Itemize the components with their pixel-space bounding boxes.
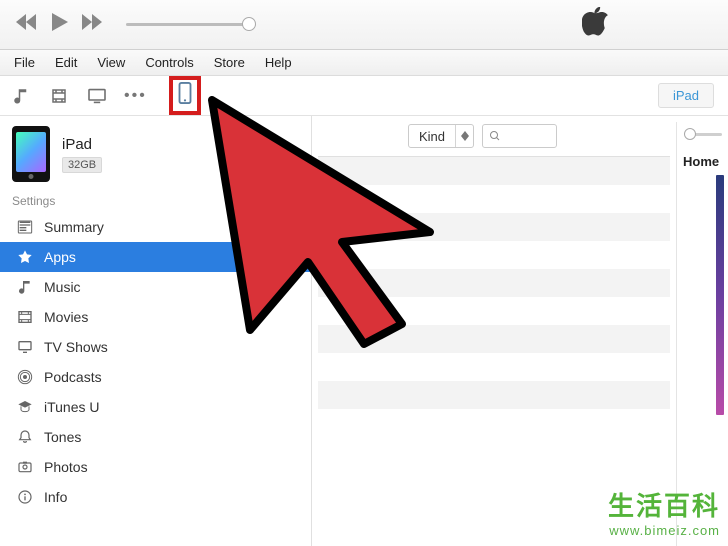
home-screen-thumbnail[interactable] <box>716 175 724 415</box>
home-screens-panel: Home <box>676 122 728 546</box>
next-button[interactable] <box>82 14 104 35</box>
list-row[interactable] <box>318 269 670 297</box>
apple-logo-icon <box>582 7 608 42</box>
sidebar-item-label: Summary <box>44 219 104 235</box>
sidebar-section-label: Settings <box>0 186 311 212</box>
sidebar-item-label: Podcasts <box>44 369 102 385</box>
prev-button[interactable] <box>16 14 38 35</box>
sidebar-item-label: Apps <box>44 249 76 265</box>
title-bar <box>0 0 728 50</box>
menu-view[interactable]: View <box>87 52 135 73</box>
watermark: 生活百科 www.bimeiz.com <box>608 486 720 538</box>
list-row[interactable] <box>318 325 670 353</box>
sidebar-item-label: iTunes U <box>44 399 100 415</box>
device-used-pct: 52% <box>241 146 299 162</box>
playback-controls <box>16 13 104 36</box>
info-icon <box>16 488 34 506</box>
photos-icon <box>16 458 34 476</box>
device-summary: iPad 32GB 52% <box>0 116 311 186</box>
more-tabs-icon[interactable]: ••• <box>124 87 147 105</box>
podcasts-icon <box>16 368 34 386</box>
summary-icon <box>16 218 34 236</box>
sidebar-item-summary[interactable]: Summary <box>0 212 311 242</box>
sidebar-item-movies[interactable]: Movies <box>0 302 311 332</box>
menu-help[interactable]: Help <box>255 52 302 73</box>
menu-controls[interactable]: Controls <box>135 52 203 73</box>
search-field[interactable] <box>482 124 557 148</box>
device-thumbnail-icon <box>12 126 50 182</box>
music-tab-icon[interactable] <box>10 85 32 107</box>
sidebar-item-tvshows[interactable]: TV Shows <box>0 332 311 362</box>
sidebar-item-label: Music <box>44 279 81 295</box>
list-row[interactable] <box>318 213 670 241</box>
search-input[interactable] <box>505 129 550 144</box>
sidebar-item-label: Tones <box>44 429 81 445</box>
sort-select-label: Kind <box>409 129 455 144</box>
sidebar-item-label: Photos <box>44 459 88 475</box>
ipad-device-button[interactable]: iPad <box>658 83 714 108</box>
sidebar-nav: Summary Apps Music Movies TV Shows Podca… <box>0 212 311 512</box>
menu-file[interactable]: File <box>4 52 45 73</box>
list-row[interactable] <box>318 381 670 409</box>
chevron-updown-icon <box>455 125 473 147</box>
list-row[interactable] <box>318 185 670 213</box>
sidebar-item-podcasts[interactable]: Podcasts <box>0 362 311 392</box>
sidebar-item-label: Movies <box>44 309 88 325</box>
music-icon <box>16 278 34 296</box>
sidebar-item-label: TV Shows <box>44 339 108 355</box>
device-capacity-badge: 32GB <box>62 157 102 173</box>
watermark-text: 生活百科 <box>608 486 720 523</box>
sidebar-item-music[interactable]: Music <box>0 272 311 302</box>
main-area: Kind H <box>312 116 728 546</box>
sidebar-item-apps[interactable]: Apps <box>0 242 311 272</box>
sidebar-item-info[interactable]: Info <box>0 482 311 512</box>
movies-icon <box>16 308 34 326</box>
menu-bar: File Edit View Controls Store Help <box>0 50 728 76</box>
list-row[interactable] <box>318 353 670 381</box>
menu-store[interactable]: Store <box>204 52 255 73</box>
watermark-url: www.bimeiz.com <box>608 523 720 538</box>
tool-bar: ••• iPad <box>0 76 728 116</box>
sidebar-item-label: Info <box>44 489 67 505</box>
home-screens-label: Home <box>681 152 724 175</box>
sort-select[interactable]: Kind <box>408 124 474 148</box>
device-button[interactable] <box>169 76 201 115</box>
play-button[interactable] <box>52 13 68 36</box>
menu-edit[interactable]: Edit <box>45 52 87 73</box>
list-row[interactable] <box>318 241 670 269</box>
list-row[interactable] <box>318 157 670 185</box>
itunesu-icon <box>16 398 34 416</box>
list-row[interactable] <box>318 297 670 325</box>
search-icon <box>489 130 501 142</box>
list-row[interactable] <box>318 409 670 437</box>
tv-tab-icon[interactable] <box>86 85 108 107</box>
seek-slider[interactable] <box>126 23 256 26</box>
movies-tab-icon[interactable] <box>48 85 70 107</box>
tv-icon <box>16 338 34 356</box>
sidebar-item-photos[interactable]: Photos <box>0 452 311 482</box>
zoom-slider[interactable] <box>684 126 722 142</box>
sidebar-item-itunesu[interactable]: iTunes U <box>0 392 311 422</box>
sidebar: iPad 32GB 52% Settings Summary Apps Musi… <box>0 116 312 546</box>
device-name: iPad <box>62 136 102 153</box>
sidebar-item-tones[interactable]: Tones <box>0 422 311 452</box>
tones-icon <box>16 428 34 446</box>
apps-list <box>318 156 670 437</box>
apps-list-panel: Kind <box>318 122 670 546</box>
apps-icon <box>16 248 34 266</box>
